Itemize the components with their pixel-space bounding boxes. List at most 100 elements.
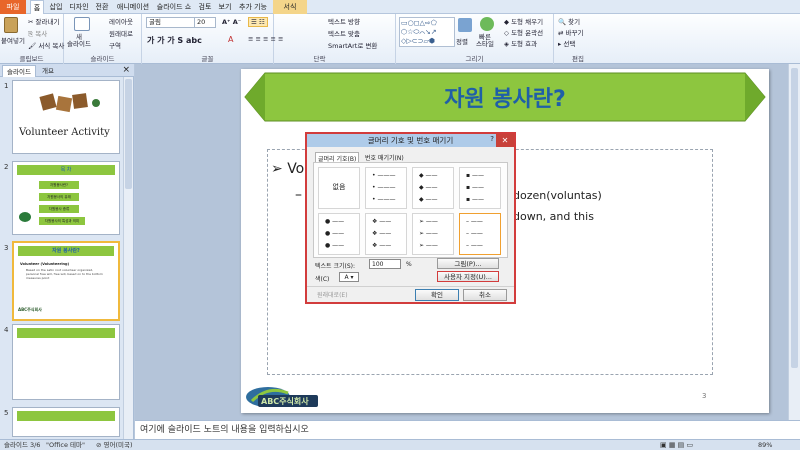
copy-button[interactable]: ⎘ 복사 xyxy=(28,28,47,39)
slide-sub-dash: – xyxy=(295,187,302,203)
new-slide-icon[interactable] xyxy=(74,17,90,31)
view-buttons-icon[interactable]: ▣ ▦ ▤ ▭ xyxy=(660,440,693,450)
paste-icon[interactable] xyxy=(4,17,18,33)
slide-thumbnail-3[interactable]: 자원 봉사란? Volunteer (Volunteering) Based o… xyxy=(12,241,120,321)
thumb2-item-1: 자원봉사란? xyxy=(39,181,79,189)
percent-label: % xyxy=(406,261,412,268)
tab-home[interactable]: 홈 xyxy=(30,0,44,14)
bullet-option-diamond[interactable]: ◆ —— ◆ —— ◆ —— xyxy=(412,167,454,209)
group-label-clipboard: 클립보드 xyxy=(19,55,44,63)
thumb3-subtext: Based on the Latin root volunteer organi… xyxy=(26,268,103,280)
bullet-option-dash-selected[interactable]: – —— – —— – —— xyxy=(459,213,501,255)
notes-pane[interactable]: 여기에 슬라이드 노트의 내용을 입력하십시오 xyxy=(135,420,800,439)
dialog-close-icon[interactable]: ✕ xyxy=(496,134,514,147)
tab-slides[interactable]: 슬라이드 xyxy=(2,65,36,77)
ribbon: 붙여넣기 ✂ 잘라내기 ⎘ 복사 🖌 서식 복사 클립보드 새 슬라이드 레이아… xyxy=(0,14,800,64)
bullet-option-large-dot[interactable]: ● —— ● —— ● —— xyxy=(318,213,360,255)
tab-slideshow[interactable]: 슬라이드 쇼 xyxy=(154,0,194,14)
bullet-option-none[interactable]: 없음 xyxy=(318,167,360,209)
new-slide-button[interactable]: 새 슬라이드 xyxy=(67,34,91,48)
shape-outline-button[interactable]: ◇ 도형 윤곽선 xyxy=(504,27,543,37)
thumb2-item-3: 자원봉사 종류 xyxy=(39,205,79,213)
customize-button[interactable]: 사용자 지정(U)... xyxy=(437,271,499,282)
editor-scrollbar[interactable] xyxy=(788,64,800,420)
tab-view[interactable]: 보기 xyxy=(216,0,234,14)
thumb5-title-bar xyxy=(17,411,115,421)
font-style-icons[interactable]: 가 가 가 S abc xyxy=(147,35,202,46)
slide-bullet-1[interactable]: ➢ Vo xyxy=(271,161,304,177)
text-size-input[interactable]: 100 xyxy=(369,259,401,269)
slide-panel-tabs: 슬라이드 개요 × xyxy=(0,64,134,77)
slide-thumbnail-4[interactable] xyxy=(12,324,120,400)
dialog-help-icon[interactable]: ? xyxy=(490,135,494,143)
shapes-gallery[interactable]: ▭○◻△⇨⬠ ⬡☆⬭⌒↘↗ ◇▷⊂⊃▱⬢ xyxy=(399,17,455,47)
editor-scroll-thumb[interactable] xyxy=(791,68,798,368)
ok-button[interactable]: 확인 xyxy=(415,289,459,301)
bullet-option-fourpoint[interactable]: ❖ —— ❖ —— ❖ —— xyxy=(365,213,407,255)
align-text-button[interactable]: 텍스트 맞춤 xyxy=(328,28,360,38)
slide-number-2: 2 xyxy=(4,163,9,171)
font-grow-icon[interactable]: A⁺ A⁻ xyxy=(222,18,241,26)
align-icons[interactable]: ≡ ≡ ≡ ≡ ≡ xyxy=(248,35,284,43)
bullets-icon[interactable]: ☰ ☷ xyxy=(248,17,268,27)
slide-sub-text-2[interactable]: down, and this xyxy=(513,210,594,223)
slide-sub-text-1[interactable]: dozen(voluntas) xyxy=(513,189,602,202)
tab-format[interactable]: 서식 xyxy=(273,0,307,14)
tab-file[interactable]: 파일 xyxy=(0,0,26,14)
shape-fill-button[interactable]: ◆ 도형 채우기 xyxy=(504,16,543,26)
section-button[interactable]: 구역 xyxy=(109,40,121,50)
group-label-drawing: 그리기 xyxy=(465,55,484,63)
cut-button[interactable]: ✂ 잘라내기 xyxy=(28,16,59,26)
status-zoom[interactable]: 89% xyxy=(758,440,772,450)
slide-number-1: 1 xyxy=(4,82,9,90)
font-size-box[interactable]: 20 xyxy=(194,17,216,28)
color-picker[interactable]: A ▾ xyxy=(339,272,359,282)
layout-button[interactable]: 레이아웃 xyxy=(109,16,133,26)
group-label-slides: 슬라이드 xyxy=(90,55,115,63)
tab-design[interactable]: 디자인 xyxy=(67,0,91,14)
status-language[interactable]: ⊘ 영어(미국) xyxy=(96,440,133,450)
arrange-icon[interactable] xyxy=(458,18,472,32)
thumb2-item-4: 자원봉사의 특성과 의미 xyxy=(39,217,85,225)
tab-animations[interactable]: 애니메이션 xyxy=(114,0,152,14)
group-clipboard: 붙여넣기 ✂ 잘라내기 ⎘ 복사 🖌 서식 복사 클립보드 xyxy=(0,14,64,64)
tab-outline[interactable]: 개요 xyxy=(38,65,58,77)
thumb2-title: 목 차 xyxy=(17,165,115,175)
arrange-button[interactable]: 정렬 xyxy=(456,36,468,46)
slide-thumbnail-1[interactable]: Volunteer Activity xyxy=(12,80,120,154)
quick-styles-button[interactable]: 빠른 스타일 xyxy=(476,34,494,48)
panel-close-icon[interactable]: × xyxy=(122,65,130,75)
find-button[interactable]: 🔍 찾기 xyxy=(558,16,580,26)
bullet-option-arrow[interactable]: ➢ —— ➢ —— ➢ —— xyxy=(412,213,454,255)
font-color-icon[interactable]: A xyxy=(228,35,233,44)
replace-button[interactable]: ⇄ 바꾸기 xyxy=(558,27,583,37)
paste-button[interactable]: 붙여넣기 xyxy=(1,35,25,45)
tab-addins[interactable]: 추가 기능 xyxy=(236,0,270,14)
dialog-title: 글머리 기호 및 번호 매기기 xyxy=(307,134,514,147)
format-painter-button[interactable]: 🖌 서식 복사 xyxy=(28,40,64,50)
slide-panel-scroll-thumb[interactable] xyxy=(125,79,132,189)
smartart-button[interactable]: SmartArt로 변환 xyxy=(328,40,377,50)
bullet-gallery: 없음 • ——— • ——— • ——— ◆ —— ◆ —— ◆ —— ▪ ——… xyxy=(313,162,508,258)
group-label-editing: 편집 xyxy=(572,55,584,63)
slide-thumbnail-2[interactable]: 목 차 자원봉사란? 자원봉사의 유래 자원봉사 종류 자원봉사의 특성과 의미 xyxy=(12,161,120,235)
tab-transitions[interactable]: 전환 xyxy=(93,0,111,14)
slide-panel-scrollbar[interactable] xyxy=(123,77,133,439)
slide-thumbnail-5[interactable] xyxy=(12,407,120,437)
bullet-option-square[interactable]: ▪ —— ▪ —— ▪ —— xyxy=(459,167,501,209)
status-theme[interactable]: "Office 테마" xyxy=(46,440,85,450)
reset-button: 원래대로(E) xyxy=(317,292,348,299)
none-label: 없음 xyxy=(332,183,346,191)
tab-insert[interactable]: 삽입 xyxy=(47,0,65,14)
reset-button[interactable]: 원래대로 xyxy=(109,28,133,38)
tab-review[interactable]: 검토 xyxy=(196,0,214,14)
shape-effects-button[interactable]: ◈ 도형 효과 xyxy=(504,38,537,48)
cancel-button[interactable]: 취소 xyxy=(463,289,507,301)
bullet-option-small-dot[interactable]: • ——— • ——— • ——— xyxy=(365,167,407,209)
slide-title[interactable]: 자원 봉사란? xyxy=(241,81,769,113)
text-direction-button[interactable]: 텍스트 방향 xyxy=(328,16,360,26)
select-button[interactable]: ▸ 선택 xyxy=(558,38,575,48)
slide-number-4: 4 xyxy=(4,326,9,334)
picture-button[interactable]: 그림(P)... xyxy=(437,258,499,269)
quick-styles-icon[interactable] xyxy=(480,17,494,31)
